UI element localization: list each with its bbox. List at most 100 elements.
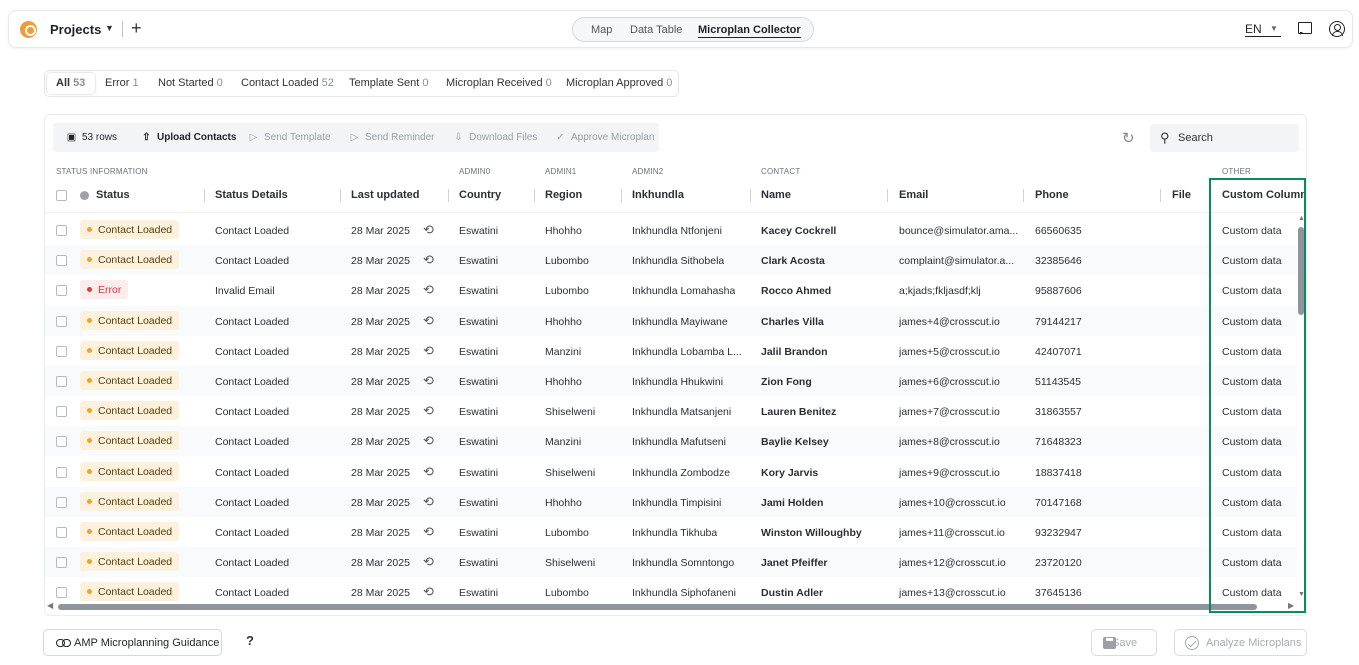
table-row[interactable]: Contact Loaded ⟲ Contact Loaded 28 Mar 2025… (45, 245, 1297, 276)
upload-contacts-button[interactable]: ⇧ Upload Contacts (141, 132, 236, 143)
history-icon[interactable]: ⟲ (423, 282, 434, 298)
col-file[interactable]: File (1172, 189, 1191, 201)
scroll-left-arrow[interactable]: ◀ (47, 601, 53, 610)
caret-down-icon[interactable]: ▼ (105, 23, 114, 33)
table-row[interactable]: Contact Loaded ⟲ Contact Loaded 28 Mar 2025… (45, 396, 1297, 426)
add-project-icon[interactable]: + (131, 18, 142, 39)
col-status-details[interactable]: Status Details (215, 189, 288, 201)
table-row[interactable]: Contact Loaded ⟲ Contact Loaded 28 Mar 2025… (45, 305, 1297, 336)
row-checkbox[interactable] (56, 225, 67, 236)
row-checkbox[interactable] (56, 406, 67, 418)
filter-all[interactable]: All 53 (56, 77, 86, 89)
col-last-updated[interactable]: Last updated (351, 189, 419, 201)
history-icon[interactable]: ⟲ (423, 494, 434, 510)
table-row[interactable]: Contact Loaded ⟲ Contact Loaded 28 Mar 2025… (45, 426, 1297, 457)
history-icon[interactable]: ⟲ (423, 524, 434, 540)
guidance-button[interactable]: AMP Microplanning Guidance (43, 629, 222, 656)
col-inkhundla[interactable]: Inkhundla (632, 189, 684, 201)
col-country[interactable]: Country (459, 189, 501, 201)
search-box[interactable]: ⚲ (1150, 124, 1299, 152)
col-name[interactable]: Name (761, 189, 791, 201)
row-checkbox[interactable] (56, 376, 67, 387)
filter-microplan-received[interactable]: Microplan Received 0 (446, 77, 552, 89)
col-phone[interactable]: Phone (1035, 189, 1069, 201)
column-divider[interactable] (204, 189, 205, 202)
col-custom-column[interactable]: Custom Column (1222, 189, 1306, 201)
filter-not-started[interactable]: Not Started 0 (158, 77, 223, 89)
table-row[interactable]: Contact Loaded ⟲ Contact Loaded 28 Mar 2025… (45, 486, 1297, 517)
col-status[interactable]: Status (96, 189, 130, 201)
cell-country: Eswatini (459, 527, 499, 539)
column-divider[interactable] (1023, 189, 1024, 202)
col-region[interactable]: Region (545, 189, 582, 201)
history-icon[interactable]: ⟲ (423, 373, 434, 389)
refresh-icon[interactable]: ↻ (1122, 129, 1135, 147)
vertical-scrollbar[interactable] (1298, 227, 1304, 315)
download-files-button[interactable]: ⇩ Download Files (453, 132, 537, 143)
filter-contact-loaded[interactable]: Contact Loaded 52 (241, 77, 334, 89)
header-divider (45, 212, 1306, 213)
row-checkbox[interactable] (56, 315, 67, 327)
table-row[interactable]: Contact Loaded ⟲ Contact Loaded 28 Mar 2025… (45, 215, 1297, 245)
save-button[interactable]: Save (1091, 629, 1157, 656)
chevron-down-icon[interactable]: ▼ (1270, 24, 1278, 33)
history-icon[interactable]: ⟲ (423, 554, 434, 570)
history-icon[interactable]: ⟲ (423, 584, 434, 600)
search-input[interactable] (1178, 129, 1288, 147)
filter-error[interactable]: Error 1 (105, 77, 139, 89)
table-row[interactable]: Contact Loaded ⟲ Contact Loaded 28 Mar 2025… (45, 366, 1297, 396)
scroll-up-arrow[interactable]: ▲ (1298, 215, 1305, 222)
table-row[interactable]: Contact Loaded ⟲ Contact Loaded 28 Mar 2025… (45, 577, 1297, 607)
row-checkbox[interactable] (56, 587, 67, 599)
select-all-checkbox[interactable] (56, 190, 67, 201)
column-divider[interactable] (340, 189, 341, 202)
row-checkbox[interactable] (56, 285, 67, 297)
table-row[interactable]: Error ⟲ Invalid Email 28 Mar 2025 Eswatini Lu… (45, 275, 1297, 305)
history-icon[interactable]: ⟲ (423, 343, 434, 359)
column-divider[interactable] (621, 189, 622, 202)
approve-microplan-button[interactable]: ✓ Approve Microplan (555, 132, 654, 143)
table-row[interactable]: Contact Loaded ⟲ Contact Loaded 28 Mar 2025… (45, 517, 1297, 547)
user-account-icon[interactable] (1329, 21, 1345, 37)
table-row[interactable]: Contact Loaded ⟲ Contact Loaded 28 Mar 2025… (45, 457, 1297, 487)
tab-microplan-collector[interactable]: Microplan Collector (698, 24, 801, 38)
col-email[interactable]: Email (899, 189, 928, 201)
row-checkbox[interactable] (56, 436, 67, 448)
help-icon[interactable]: ? (246, 633, 254, 648)
scroll-right-arrow[interactable]: ▶ (1288, 601, 1294, 610)
analyze-microplans-button[interactable]: Analyze Microplans (1174, 629, 1307, 656)
column-divider[interactable] (534, 189, 535, 202)
row-checkbox[interactable] (56, 466, 67, 478)
row-checkbox[interactable] (56, 527, 67, 538)
row-checkbox[interactable] (56, 557, 67, 569)
history-icon[interactable]: ⟲ (423, 313, 434, 329)
filter-microplan-approved[interactable]: Microplan Approved 0 (566, 77, 672, 89)
cell-inkhundla: Inkhundla Somntongo (632, 557, 735, 570)
table-row[interactable]: Contact Loaded ⟲ Contact Loaded 28 Mar 2025… (45, 336, 1297, 366)
history-icon[interactable]: ⟲ (423, 403, 434, 419)
history-icon[interactable]: ⟲ (423, 222, 434, 238)
column-divider[interactable] (750, 189, 751, 202)
group-other: OTHER (1222, 167, 1251, 176)
tab-data-table[interactable]: Data Table (630, 24, 682, 36)
row-checkbox[interactable] (56, 345, 67, 357)
row-checkbox[interactable] (56, 255, 67, 267)
group-contact: CONTACT (761, 167, 801, 176)
row-checkbox[interactable] (56, 496, 67, 508)
filter-template-sent[interactable]: Template Sent 0 (349, 77, 428, 89)
tab-map[interactable]: Map (591, 24, 612, 36)
column-divider[interactable] (1160, 189, 1161, 202)
scroll-down-arrow[interactable]: ▼ (1298, 591, 1305, 598)
feedback-icon[interactable] (1298, 22, 1312, 35)
send-template-button[interactable]: ▷ Send Template (248, 132, 331, 143)
send-reminder-button[interactable]: ▷ Send Reminder (349, 132, 435, 143)
history-icon[interactable]: ⟲ (423, 464, 434, 480)
horizontal-scrollbar[interactable] (58, 604, 1257, 610)
column-divider[interactable] (448, 189, 449, 202)
table-row[interactable]: Contact Loaded ⟲ Contact Loaded 28 Mar 2025… (45, 547, 1297, 578)
cell-inkhundla: Inkhundla Zombodze (632, 466, 731, 479)
history-icon[interactable]: ⟲ (423, 252, 434, 268)
column-divider[interactable] (887, 189, 888, 202)
projects-dropdown[interactable]: Projects (50, 22, 101, 37)
history-icon[interactable]: ⟲ (423, 433, 434, 449)
